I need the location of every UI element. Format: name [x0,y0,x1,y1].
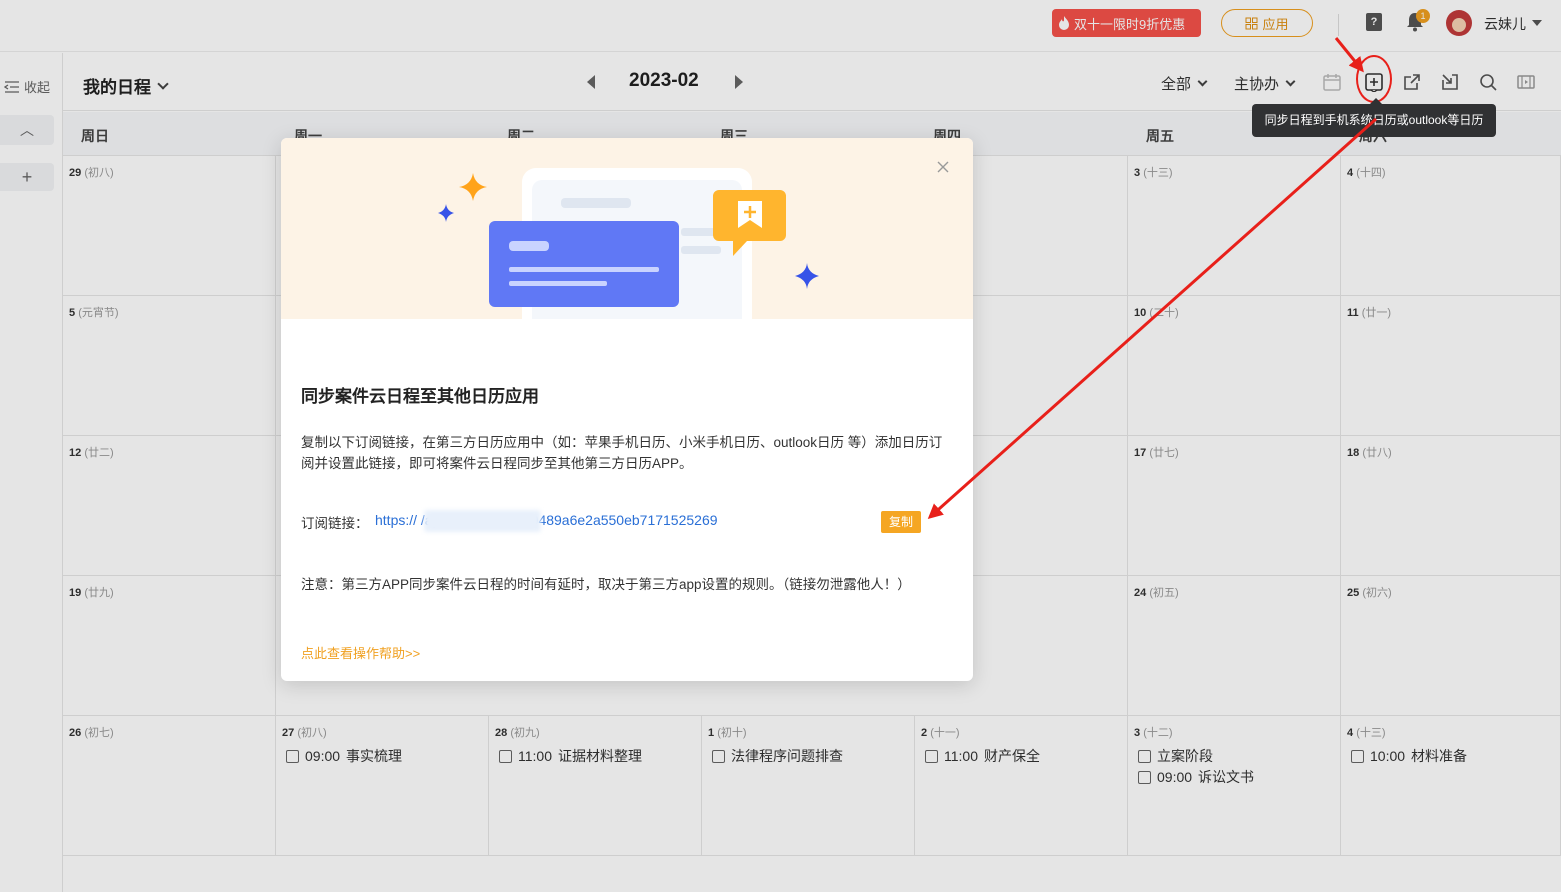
help-link[interactable]: 点此查看操作帮助>> [301,643,420,662]
sync-calendar-dialog: 同步案件云日程至其他日历应用 复制以下订阅链接，在第三方日历应用中（如：苹果手机… [281,138,973,681]
banner-illustration [438,168,819,340]
tooltip: 同步日程到手机系统日历或outlook等日历 [1252,98,1496,137]
annotation-circle [1356,55,1392,103]
dialog-title: 同步案件云日程至其他日历应用 [301,387,539,406]
dialog-description: 复制以下订阅链接，在第三方日历应用中（如：苹果手机日历、小米手机日历、outlo… [301,435,943,471]
subscription-label: 订阅链接： [301,516,369,531]
dialog-notice: 注意：第三方APP同步案件云日程的时间有延时，取决于第三方app设置的规则。（链… [301,577,911,592]
copy-button[interactable]: 复制 [881,511,921,533]
redaction-mask [424,510,541,532]
dialog-banner [281,138,973,340]
close-icon[interactable] [936,160,950,174]
